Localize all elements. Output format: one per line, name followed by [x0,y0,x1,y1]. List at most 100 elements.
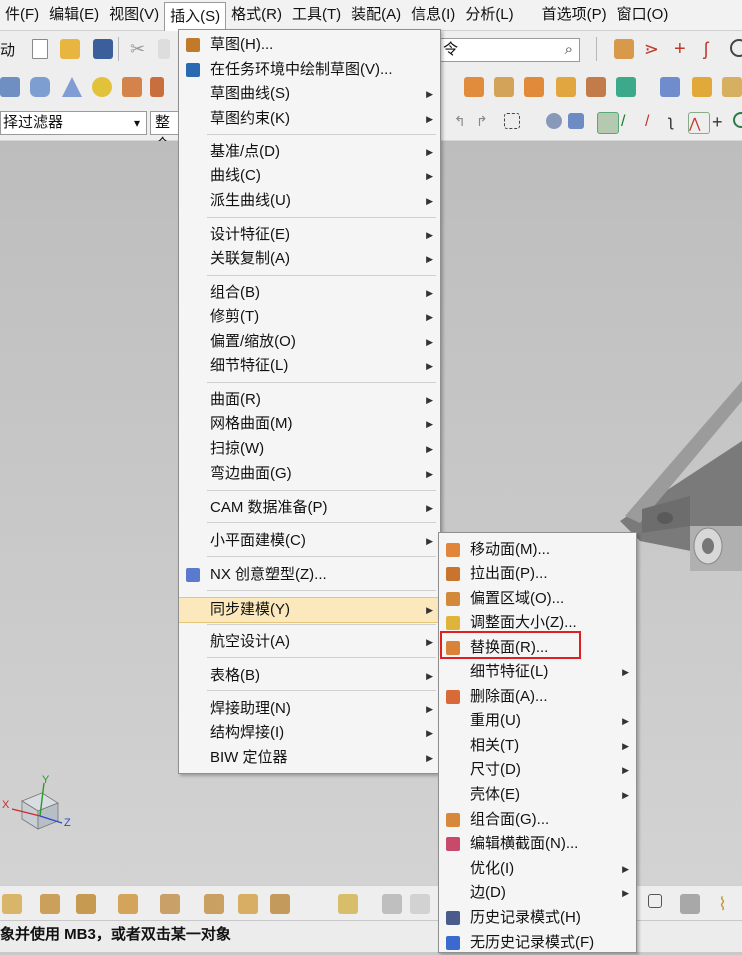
view-tool-6-icon[interactable] [204,894,224,914]
view-tool-2-icon[interactable] [40,894,60,914]
command-finder-input[interactable]: 令 ⌕ [440,38,580,62]
feature-tool-2-icon[interactable] [494,77,514,97]
insert-menu-item[interactable]: 组合(B) ▶ [179,281,440,305]
insert-menu-item[interactable]: 草图曲线(S) ▶ [179,82,440,106]
curve-tool-icon[interactable]: ⋗ [644,39,664,59]
view-tool-10-icon[interactable] [382,894,402,914]
insert-menu-item[interactable]: 草图(H)... [179,33,440,57]
feature-tool-7-icon[interactable] [692,77,712,97]
cone-icon[interactable] [62,77,82,97]
feature-tool-6-icon[interactable] [660,77,680,97]
layer-tool-icon[interactable] [648,894,662,908]
insert-menu-item[interactable]: 网格曲面(M) ▶ [179,412,440,436]
sync-menu-item[interactable]: 尺寸(D) ▶ [439,758,636,782]
sync-menu-item[interactable]: 拉出面(P)... [439,562,636,586]
insert-menu-item[interactable]: 派生曲线(U) ▶ [179,189,440,213]
insert-menu-item[interactable]: 修剪(T) ▶ [179,305,440,329]
render-tool-icon[interactable] [680,894,700,914]
insert-menu-item[interactable]: 曲线(C) ▶ [179,164,440,188]
menu-6[interactable]: 装配(A) [346,2,406,28]
sync-menu-item[interactable]: 壳体(E) ▶ [439,783,636,807]
search-icon[interactable]: ⌕ [565,39,573,61]
view-tool-3-icon[interactable] [76,894,96,914]
sync-menu-item[interactable]: 边(D) ▶ [439,881,636,905]
save-icon[interactable] [93,39,113,59]
feature-tool-8-icon[interactable] [722,77,742,97]
snap-tool-2-icon[interactable]: ↱ [476,113,496,133]
view-tool-11-icon[interactable] [410,894,430,914]
menu-5[interactable]: 工具(T) [287,2,346,28]
snap-arc-center-icon[interactable] [733,112,742,128]
insert-menu-item[interactable]: CAM 数据准备(P) ▶ [179,496,440,520]
pattern-icon[interactable] [524,77,544,97]
insert-menu-item[interactable]: 弯边曲面(G) ▶ [179,462,440,486]
cylinder-icon[interactable] [30,77,50,97]
insert-menu-item[interactable]: BIW 定位器 ▶ [179,746,440,770]
type-filter-dropdown[interactable]: 择过滤器 ▾ [0,111,147,135]
menu-10[interactable]: 窗口(O) [612,2,674,28]
menu-3[interactable]: 插入(S) [164,1,227,31]
wcs-orient-icon[interactable] [614,39,634,59]
insert-menu-item[interactable]: 在任务环境中绘制草图(V)... [179,58,440,82]
view-tool-8-icon[interactable] [270,894,290,914]
insert-menu-item[interactable]: 航空设计(A) ▶ [179,630,440,654]
feature-tool-3-icon[interactable] [556,77,576,97]
sphere-icon[interactable] [92,77,112,97]
menu-7[interactable]: 信息(I) [406,2,460,28]
new-file-icon[interactable] [32,39,48,59]
menu-2[interactable]: 视图(V) [104,2,164,28]
sync-menu-item[interactable]: 移动面(M)... [439,538,636,562]
insert-menu-item[interactable]: 结构焊接(I) ▶ [179,721,440,745]
rectangle-select-icon[interactable] [504,113,520,129]
clip-tool-icon[interactable]: ⌇ [718,894,738,914]
sync-menu-item[interactable]: 无历史记录模式(F) [439,931,636,955]
select-body-icon[interactable] [568,113,584,129]
spline-icon[interactable]: ʃ [704,39,724,59]
revolve-icon[interactable] [150,77,164,97]
snap-intersection-icon[interactable]: ⋀ [688,112,710,134]
insert-menu-item[interactable]: 草图约束(K) ▶ [179,107,440,131]
open-folder-icon[interactable] [60,39,80,59]
snap-midpoint-icon[interactable]: / [645,112,665,132]
feature-tool-4-icon[interactable] [586,77,606,97]
toolbar-start-label[interactable]: 动 [0,39,15,60]
insert-menu-item[interactable]: NX 创意塑型(Z)... [179,563,440,587]
insert-menu-item[interactable]: 小平面建模(C) ▶ [179,529,440,553]
sync-menu-item[interactable]: 历史记录模式(H) [439,906,636,930]
sync-menu-item[interactable]: 重用(U) ▶ [439,709,636,733]
menu-9[interactable]: 首选项(P) [537,2,612,28]
snap-tool-1-icon[interactable]: ↰ [454,113,474,133]
insert-menu-item[interactable]: 焊接助理(N) ▶ [179,697,440,721]
sync-menu-item[interactable]: 偏置区域(O)... [439,587,636,611]
snap-cross-icon[interactable]: + [712,112,732,132]
feature-tool-5-icon[interactable] [616,77,636,97]
insert-menu-item[interactable]: 设计特征(E) ▶ [179,223,440,247]
insert-menu-item[interactable]: 扫掠(W) ▶ [179,437,440,461]
menu-1[interactable]: 编辑(E) [44,2,104,28]
insert-menu-item[interactable]: 细节特征(L) ▶ [179,354,440,378]
insert-menu-item[interactable]: 关联复制(A) ▶ [179,247,440,271]
menu-8[interactable]: 分析(L) [460,2,518,28]
snap-line-icon[interactable]: / [621,112,641,132]
insert-menu-item[interactable]: 曲面(R) ▶ [179,388,440,412]
sync-menu-item[interactable]: 细节特征(L) ▶ [439,660,636,684]
block-icon[interactable] [0,77,20,97]
view-tool-1-icon[interactable] [2,894,22,914]
menu-0[interactable]: 件(F) [0,2,44,28]
sync-menu-item[interactable]: 优化(I) ▶ [439,857,636,881]
point-tool-icon[interactable]: + [674,39,694,59]
view-tool-5-icon[interactable] [160,894,180,914]
insert-menu-item[interactable]: 偏置/缩放(O) ▶ [179,330,440,354]
cut-icon[interactable]: ✂ [130,39,150,59]
sync-menu-item[interactable]: 编辑横截面(N)... [439,832,636,856]
insert-menu-item[interactable]: 同步建模(Y) ▶ [179,597,440,623]
snap-curve-icon[interactable]: ʅ [669,112,689,132]
sync-menu-item[interactable]: 相关(T) ▶ [439,734,636,758]
view-tool-4-icon[interactable] [118,894,138,914]
select-face-icon[interactable] [546,113,562,129]
view-tool-9-icon[interactable] [338,894,358,914]
circle-tool-icon[interactable] [730,39,742,57]
view-tool-7-icon[interactable] [238,894,258,914]
extrude-icon[interactable] [122,77,142,97]
feature-tool-1-icon[interactable] [464,77,484,97]
